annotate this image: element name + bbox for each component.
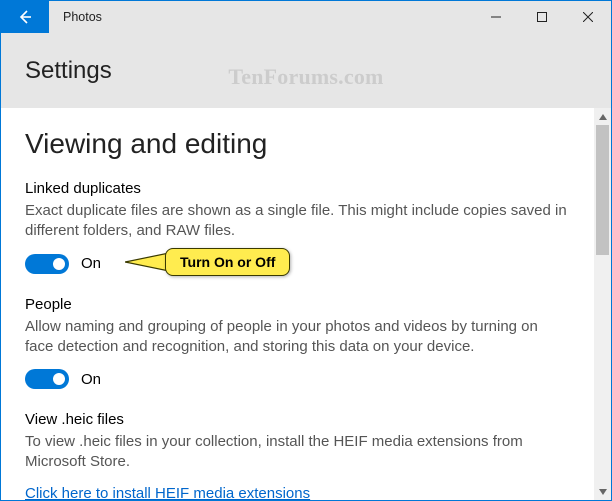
close-button[interactable] xyxy=(565,1,611,33)
chevron-down-icon xyxy=(599,489,607,495)
linked-duplicates-desc: Exact duplicate files are shown as a sin… xyxy=(25,201,570,242)
linked-duplicates-toggle[interactable] xyxy=(25,254,69,274)
people-title: People xyxy=(25,296,570,313)
people-desc: Allow naming and grouping of people in y… xyxy=(25,317,570,358)
toggle-knob-icon xyxy=(53,258,65,270)
people-toggle-row: On xyxy=(25,369,570,389)
window-title: Photos xyxy=(49,1,102,33)
heic-desc: To view .heic files in your collection, … xyxy=(25,432,570,473)
callout-text: Turn On or Off xyxy=(165,248,290,276)
toggle-knob-icon xyxy=(53,373,65,385)
page-header: Settings xyxy=(1,33,611,108)
people-toggle[interactable] xyxy=(25,369,69,389)
content-wrap: Viewing and editing Linked duplicates Ex… xyxy=(1,108,611,500)
app-window: Photos Settings TenForums.com Viewing an… xyxy=(0,0,612,501)
callout-arrow-icon xyxy=(125,252,169,272)
heic-title: View .heic files xyxy=(25,411,570,428)
linked-duplicates-toggle-label: On xyxy=(81,255,101,272)
people-toggle-label: On xyxy=(81,371,101,388)
linked-duplicates-toggle-row: On Turn On or Off xyxy=(25,254,570,274)
back-button[interactable] xyxy=(1,1,49,33)
scroll-up-button[interactable] xyxy=(594,108,611,125)
titlebar-spacer xyxy=(102,1,473,33)
callout: Turn On or Off xyxy=(165,248,290,276)
titlebar: Photos xyxy=(1,1,611,33)
chevron-up-icon xyxy=(599,114,607,120)
section-heading: Viewing and editing xyxy=(25,128,570,160)
back-arrow-icon xyxy=(17,9,33,25)
page-title: Settings xyxy=(25,57,112,85)
heic-install-link[interactable]: Click here to install HEIF media extensi… xyxy=(25,485,310,501)
maximize-icon xyxy=(537,12,547,22)
minimize-icon xyxy=(491,12,501,22)
minimize-button[interactable] xyxy=(473,1,519,33)
close-icon xyxy=(583,12,593,22)
scroll-down-button[interactable] xyxy=(594,483,611,500)
maximize-button[interactable] xyxy=(519,1,565,33)
scroll-thumb[interactable] xyxy=(596,125,609,255)
linked-duplicates-title: Linked duplicates xyxy=(25,180,570,197)
vertical-scrollbar[interactable] xyxy=(594,108,611,500)
settings-content: Viewing and editing Linked duplicates Ex… xyxy=(1,108,594,500)
